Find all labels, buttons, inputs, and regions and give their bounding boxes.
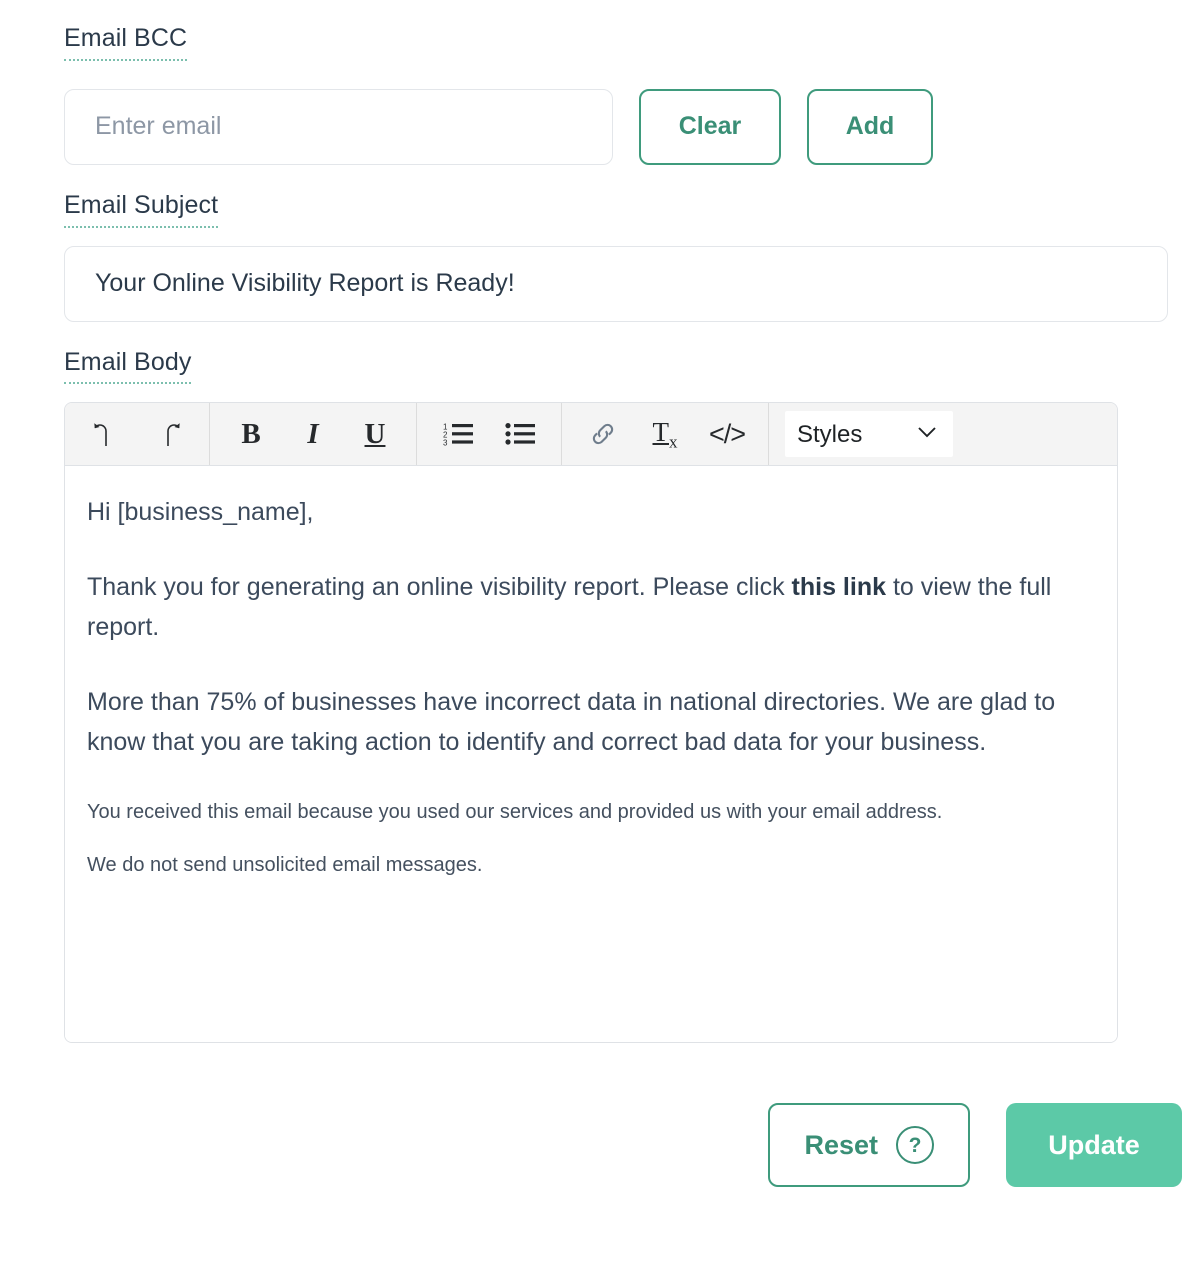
remove-format-icon: Tx <box>653 417 678 452</box>
email-bcc-section: Email BCC Clear Add <box>64 24 1168 165</box>
rich-text-editor: B I U 1 2 3 <box>64 402 1118 1043</box>
toolbar-group-lists: 1 2 3 <box>417 403 562 465</box>
underline-button[interactable]: U <box>344 403 406 465</box>
reset-button[interactable]: Reset ? <box>768 1103 970 1187</box>
styles-select[interactable]: Styles <box>785 411 953 457</box>
email-subject-section: Email Subject <box>64 191 1168 322</box>
body-disclaimer-2: We do not send unsolicited email message… <box>87 850 1095 881</box>
toolbar-group-styles: Styles <box>769 403 969 465</box>
email-bcc-label: Email BCC <box>64 24 187 61</box>
paragraph-1-link-text[interactable]: this link <box>792 573 886 601</box>
remove-format-button[interactable]: Tx <box>634 403 696 465</box>
form-actions: Reset ? Update <box>64 1103 1182 1187</box>
bold-icon: B <box>241 418 260 451</box>
toolbar-group-history <box>65 403 210 465</box>
bulleted-list-button[interactable] <box>489 403 551 465</box>
toolbar-group-basic-styles: B I U <box>210 403 417 465</box>
italic-button[interactable]: I <box>282 403 344 465</box>
bulleted-list-icon <box>505 421 535 447</box>
email-body-editable-area[interactable]: Hi [business_name], Thank you for genera… <box>65 466 1117 1042</box>
email-body-label: Email Body <box>64 348 191 385</box>
help-icon[interactable]: ? <box>896 1126 934 1164</box>
clear-button[interactable]: Clear <box>639 89 781 165</box>
email-settings-page: Email BCC Clear Add Email Subject Email … <box>0 0 1198 1276</box>
toolbar-group-insert: Tx </> <box>562 403 769 465</box>
email-bcc-input[interactable] <box>64 89 613 165</box>
source-code-button[interactable]: </> <box>696 403 758 465</box>
editor-toolbar: B I U 1 2 3 <box>65 403 1117 466</box>
body-greeting: Hi [business_name], <box>87 492 1095 533</box>
styles-select-wrapper: Styles <box>779 411 959 457</box>
email-subject-label: Email Subject <box>64 191 218 228</box>
numbered-list-icon: 1 2 3 <box>443 421 473 447</box>
redo-icon <box>155 420 181 448</box>
underline-icon: U <box>365 418 386 451</box>
email-subject-input[interactable] <box>64 246 1168 322</box>
source-code-icon: </> <box>709 419 745 450</box>
undo-icon <box>93 420 119 448</box>
email-body-section: Email Body <box>64 348 1168 1044</box>
bold-button[interactable]: B <box>220 403 282 465</box>
reset-button-label: Reset <box>804 1130 878 1161</box>
link-icon <box>588 419 618 449</box>
body-paragraph-1: Thank you for generating an online visib… <box>87 567 1095 648</box>
link-button[interactable] <box>572 403 634 465</box>
add-button[interactable]: Add <box>807 89 933 165</box>
body-paragraph-2: More than 75% of businesses have incorre… <box>87 682 1095 763</box>
redo-button[interactable] <box>137 403 199 465</box>
update-button[interactable]: Update <box>1006 1103 1182 1187</box>
numbered-list-button[interactable]: 1 2 3 <box>427 403 489 465</box>
italic-icon: I <box>307 418 318 451</box>
body-disclaimer-1: You received this email because you used… <box>87 797 1095 828</box>
undo-button[interactable] <box>75 403 137 465</box>
paragraph-1-text-before: Thank you for generating an online visib… <box>87 573 792 601</box>
svg-text:3: 3 <box>443 439 448 448</box>
email-bcc-row: Clear Add <box>64 89 1168 165</box>
